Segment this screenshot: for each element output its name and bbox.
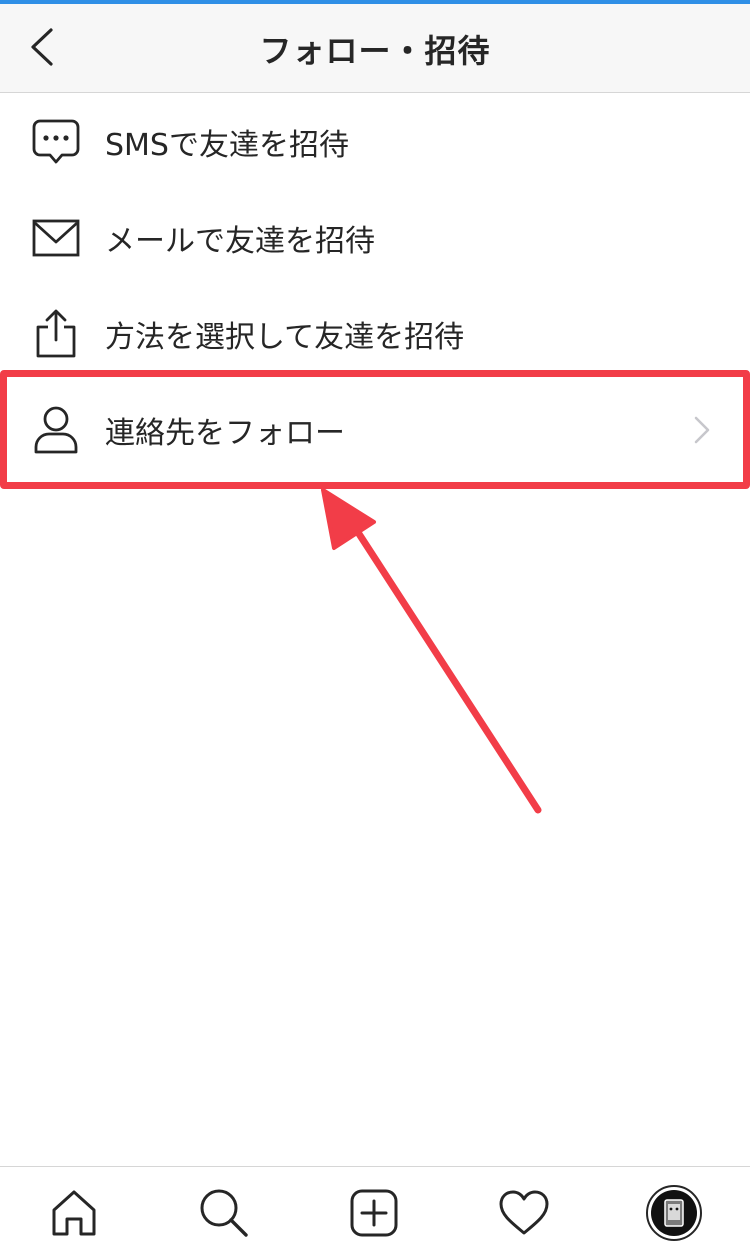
page-title: フォロー・招待 — [259, 31, 491, 70]
chevron-right-icon — [692, 415, 712, 445]
menu-item-label: SMSで友達を招待 — [105, 128, 349, 163]
person-icon — [30, 404, 82, 456]
message-bubble-icon — [30, 116, 82, 168]
new-post-icon — [350, 1189, 398, 1237]
menu-item-label: 方法を選択して友達を招待 — [105, 320, 465, 355]
nav-header: フォロー・招待 — [0, 4, 750, 93]
share-icon — [30, 308, 82, 360]
menu-item-email-invite[interactable]: メールで友達を招待 — [0, 190, 750, 286]
tab-activity[interactable] — [496, 1185, 552, 1241]
activity-heart-icon — [499, 1190, 549, 1235]
tab-search[interactable] — [196, 1185, 252, 1241]
menu-item-sms-invite[interactable]: SMSで友達を招待 — [0, 94, 750, 190]
tab-profile[interactable] — [646, 1185, 702, 1241]
home-icon — [52, 1190, 96, 1236]
menu-item-share-invite[interactable]: 方法を選択して友達を招待 — [0, 286, 750, 382]
tab-new-post[interactable] — [346, 1185, 402, 1241]
bottom-tab-bar — [0, 1166, 750, 1258]
menu-item-label: メールで友達を招待 — [105, 224, 375, 259]
search-icon — [200, 1189, 248, 1237]
avatar — [646, 1185, 702, 1241]
avatar-image — [651, 1190, 697, 1236]
menu-item-follow-contacts[interactable]: 連絡先をフォロー — [0, 382, 750, 478]
menu-list: SMSで友達を招待 メールで友達を招待 方法を選択して友達を招待 連絡先をフォロ… — [0, 94, 750, 478]
tab-home[interactable] — [46, 1185, 102, 1241]
mail-icon — [30, 212, 82, 264]
menu-item-label: 連絡先をフォロー — [105, 416, 345, 451]
